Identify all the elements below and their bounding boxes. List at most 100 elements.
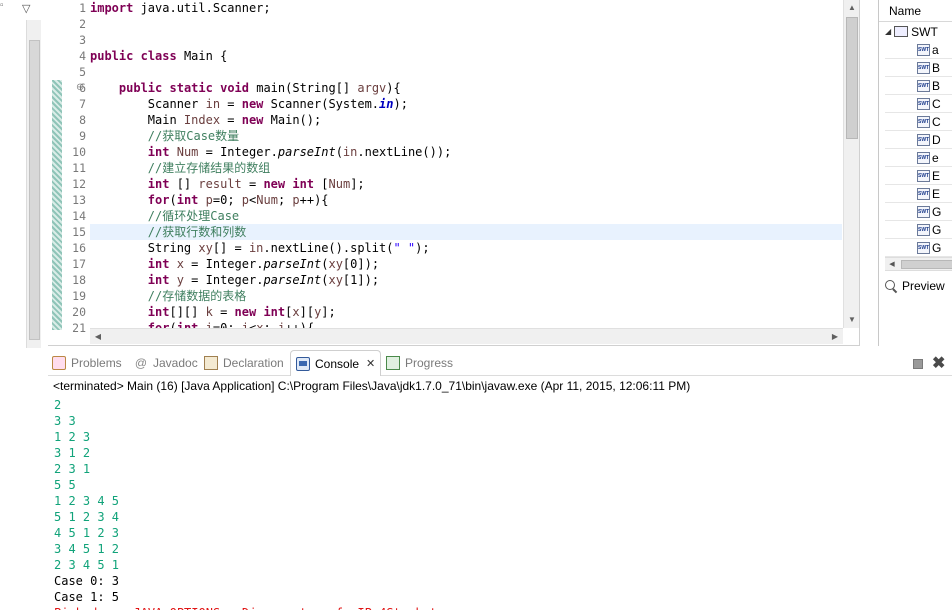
code-token: //获取行数和列数 [90,225,247,239]
left-view-scrollbar[interactable] [26,20,41,348]
code-line[interactable]: int y = Integer.parseInt(xy[1]); [90,272,842,288]
code-token: [][] [169,305,206,319]
line-number: 3 [79,33,86,47]
code-token: .nextLine()); [357,145,452,159]
code-token: ( [335,145,343,159]
line-number: 12 [72,177,86,191]
code-line[interactable]: Scanner in = new Scanner(System.in); [90,96,842,112]
tree-item-label: D [932,132,941,147]
scroll-left-arrow-icon[interactable]: ◀ [885,258,899,272]
code-token: =0; [212,193,242,207]
tab-progress[interactable]: Progress [386,350,453,376]
right-panel-scroll-thumb[interactable] [901,260,952,269]
tab-problems[interactable]: Problems [52,350,122,376]
tree-item-label: e [932,150,939,165]
tree-item[interactable]: SWT D [885,131,952,149]
code-line[interactable]: public class Main { [90,48,842,64]
swt-widget-icon: SWT [917,79,930,92]
code-line[interactable]: //建立存储结果的数组 [90,160,842,176]
view-tab-fragment[interactable]: ▫ [0,0,12,18]
tab-console[interactable]: Console ✕ [290,350,382,376]
code-token: = [220,113,242,127]
code-line[interactable]: //存储数据的表格 [90,288,842,304]
code-token: java.util.Scanner; [133,1,271,15]
code-line[interactable] [90,64,842,80]
left-view-scroll-thumb[interactable] [29,40,40,340]
preview-view-tab[interactable]: Preview [885,276,945,296]
tab-javadoc[interactable]: @ Javadoc [134,350,198,376]
scroll-right-arrow-icon[interactable]: ▶ [827,329,843,345]
tree-expand-icon[interactable]: ◢ [885,27,891,36]
tree-item[interactable]: SWT E [885,185,952,203]
code-line[interactable]: //获取行数和列数 [90,224,842,240]
tree-item[interactable]: SWT a [885,41,952,59]
code-editor[interactable]: 1 2 3 4 5 6 7 8 9 10 11 12 13 14 15 16 17 18 19 20 21 ⊖ impo… [48,0,860,346]
view-menu-arrow-icon[interactable]: ▽ [22,2,30,15]
code-line[interactable]: int Num = Integer.parseInt(in.nextLine()… [90,144,842,160]
tree-item[interactable]: SWT e [885,149,952,167]
code-line[interactable]: //循环处理Case [90,208,842,224]
right-panel-horizontal-scrollbar[interactable]: ◀ [885,257,952,271]
code-token: ); [415,241,430,255]
code-line[interactable]: for(int p=0; p<Num; p++){ [90,192,842,208]
code-token: new [263,177,286,191]
code-token: [] = [212,241,249,255]
code-line[interactable]: Main Index = new Main(); [90,112,842,128]
line-number: 13 [72,193,86,207]
code-token: = [241,177,264,191]
editor-horizontal-scrollbar[interactable]: ◀ ▶ [90,328,843,344]
code-text-area[interactable]: import java.util.Scanner; public class Ma… [90,0,842,328]
tree-item[interactable]: SWT B [885,77,952,95]
terminate-button[interactable] [913,359,923,369]
tree-item[interactable]: SWT G [885,221,952,239]
code-line[interactable]: String xy[] = in.nextLine().split(" "); [90,240,842,256]
tab-declaration[interactable]: Declaration [204,350,284,376]
code-token: k [205,305,213,319]
fold-collapse-icon[interactable]: ⊖ [76,82,84,93]
code-token: ; [263,321,278,328]
editor-scroll-thumb[interactable] [846,17,858,139]
console-output-area[interactable]: 2 3 3 1 2 3 3 1 2 2 3 1 5 5 1 2 3 4 5 5 1 2 3 4… [54,397,944,610]
code-token: int [147,177,170,191]
code-line[interactable]: public static void main(String[] argv){ [90,80,842,96]
code-token: int [292,177,315,191]
tree-item[interactable]: SWT G [885,203,952,221]
code-token: for [147,193,170,207]
code-token: in [379,97,394,111]
tree-item[interactable]: SWT B [885,59,952,77]
remove-launch-icon[interactable]: ✖ [932,353,945,373]
tree-item[interactable]: SWT E [885,167,952,185]
tree-item[interactable]: SWT G [885,239,952,257]
code-line[interactable]: int [] result = new int [Num]; [90,176,842,192]
code-token: static [169,81,213,95]
code-token: Num [176,145,199,159]
code-token: xy [198,241,213,255]
code-line[interactable] [90,32,842,48]
scroll-left-arrow-icon[interactable]: ◀ [90,329,106,345]
code-line[interactable]: for(int i=0; i<x; i++){ [90,320,842,328]
code-token: //存储数据的表格 [90,289,247,303]
tree-root-node[interactable]: ◢ SWT [885,23,938,40]
tree-item-label: B [932,78,941,93]
close-tab-icon[interactable]: ✕ [366,357,375,370]
scroll-down-arrow-icon[interactable]: ▼ [844,312,860,328]
column-header-name[interactable]: Name [879,0,952,22]
tree-item[interactable]: SWT C [885,113,952,131]
code-line[interactable] [90,16,842,32]
code-token: x [176,257,184,271]
editor-vertical-scrollbar[interactable]: ▲ ▼ [843,0,859,328]
tree-item[interactable]: SWT C [885,95,952,113]
code-line[interactable]: int[][] k = new int[x][y]; [90,304,842,320]
code-line[interactable]: //获取Case数量 [90,128,842,144]
code-line[interactable]: int x = Integer.parseInt(xy[0]); [90,256,842,272]
code-line[interactable]: import java.util.Scanner; [90,0,842,16]
line-number: 20 [72,305,86,319]
scroll-up-arrow-icon[interactable]: ▲ [844,0,860,16]
